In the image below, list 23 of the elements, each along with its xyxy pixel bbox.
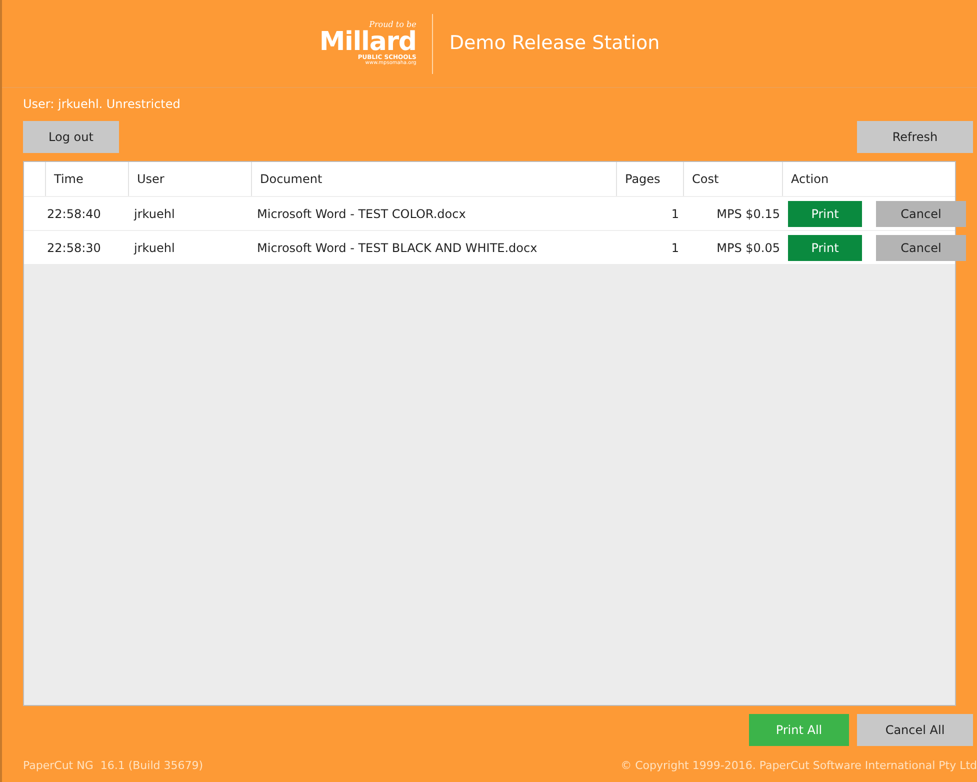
cost-cell-text: MPS $0.05	[716, 240, 781, 256]
user-cell-text: jrkuehl	[132, 206, 176, 222]
logout-button[interactable]: Log out	[23, 121, 119, 153]
cancel-button[interactable]: Cancel	[876, 200, 966, 226]
time-cell-text: 22:58:40	[46, 206, 102, 222]
time-cell-text: 22:58:30	[46, 240, 102, 256]
pages-cell-text: 1	[670, 240, 680, 256]
print-button[interactable]: Print	[788, 200, 862, 226]
cancel-button[interactable]: Cancel	[876, 234, 966, 260]
cancel-all-button[interactable]: Cancel All	[857, 714, 973, 746]
logo-tagline: Proud to be	[369, 21, 416, 29]
user-cell-text: jrkuehl	[132, 240, 176, 256]
document-cell-text: Microsoft Word - TEST BLACK AND WHITE.docx	[256, 240, 538, 256]
refresh-button[interactable]: Refresh	[857, 121, 973, 153]
copyright-text: © Copyright 1999-2016. PaperCut Software International Pty Ltd	[620, 758, 977, 774]
logo-name: Millard	[319, 29, 416, 55]
pages-cell-text: 1	[670, 206, 680, 222]
user-status: User: jrkuehl. Unrestricted	[23, 96, 182, 113]
document-cell-text: Microsoft Word - TEST COLOR.docx	[256, 206, 467, 222]
print-button[interactable]: Print	[788, 234, 862, 260]
version-text: PaperCut NG 16.1 (Build 35679)	[23, 758, 204, 774]
station-title: Demo Release Station	[449, 31, 660, 56]
cost-cell-text: MPS $0.15	[716, 206, 781, 222]
